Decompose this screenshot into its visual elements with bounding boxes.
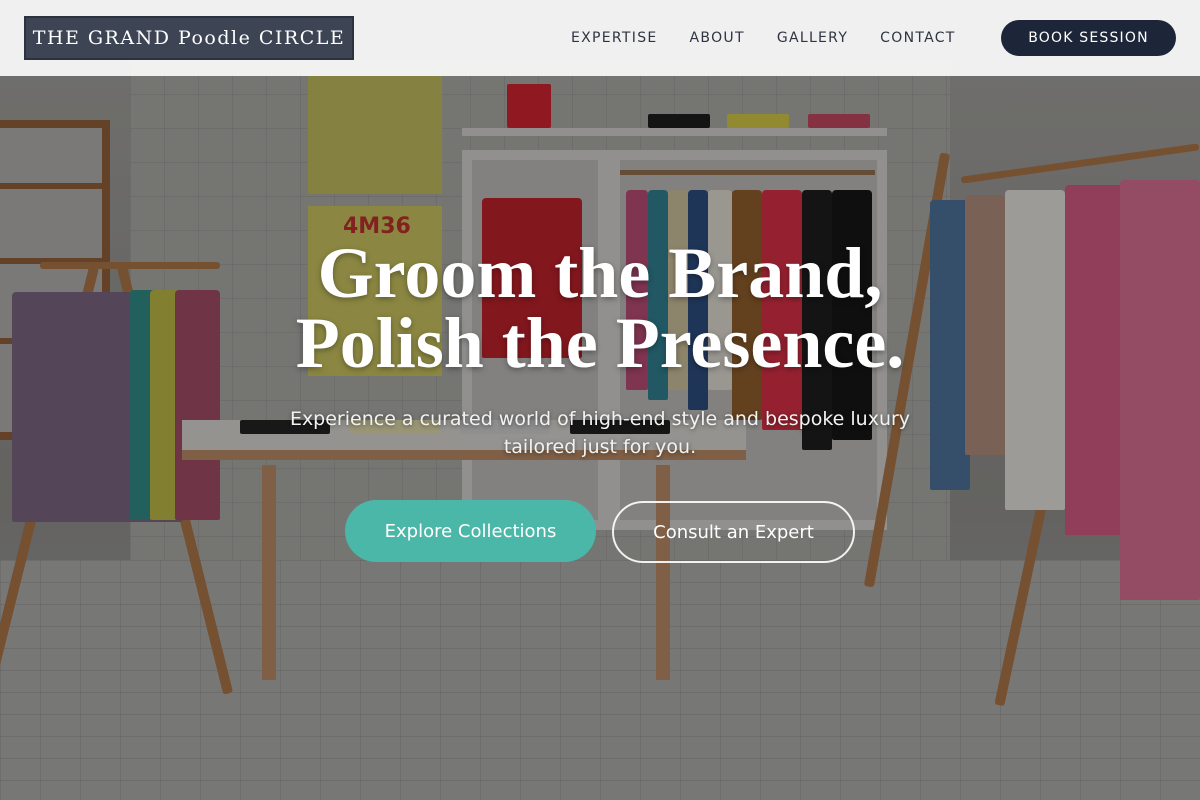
brand-logo[interactable]: THE GRAND Poodle CIRCLE <box>24 16 354 60</box>
hero-background-image: 4M36 <box>0 0 1200 800</box>
explore-collections-button[interactable]: Explore Collections <box>345 500 596 562</box>
nav-expertise-link[interactable]: EXPERTISE <box>571 30 658 46</box>
book-session-button[interactable]: BOOK SESSION <box>1001 20 1176 56</box>
nav-contact-link[interactable]: CONTACT <box>880 30 956 46</box>
hero-headline-line1: Groom the Brand, <box>317 233 883 313</box>
hero-headline: Groom the Brand, Polish the Presence. <box>200 233 1000 383</box>
nav-gallery-link[interactable]: GALLERY <box>777 30 848 46</box>
hero-headline-line2: Polish the Presence. <box>295 303 905 383</box>
consult-expert-button[interactable]: Consult an Expert <box>612 501 855 563</box>
nav-about-link[interactable]: ABOUT <box>690 30 745 46</box>
hero-subtext: Experience a curated world of high-end s… <box>289 408 911 458</box>
main-nav: EXPERTISE ABOUT GALLERY CONTACT <box>555 0 972 76</box>
top-navbar: THE GRAND Poodle CIRCLE EXPERTISE ABOUT … <box>0 0 1200 76</box>
hero-overlay <box>0 0 1200 800</box>
